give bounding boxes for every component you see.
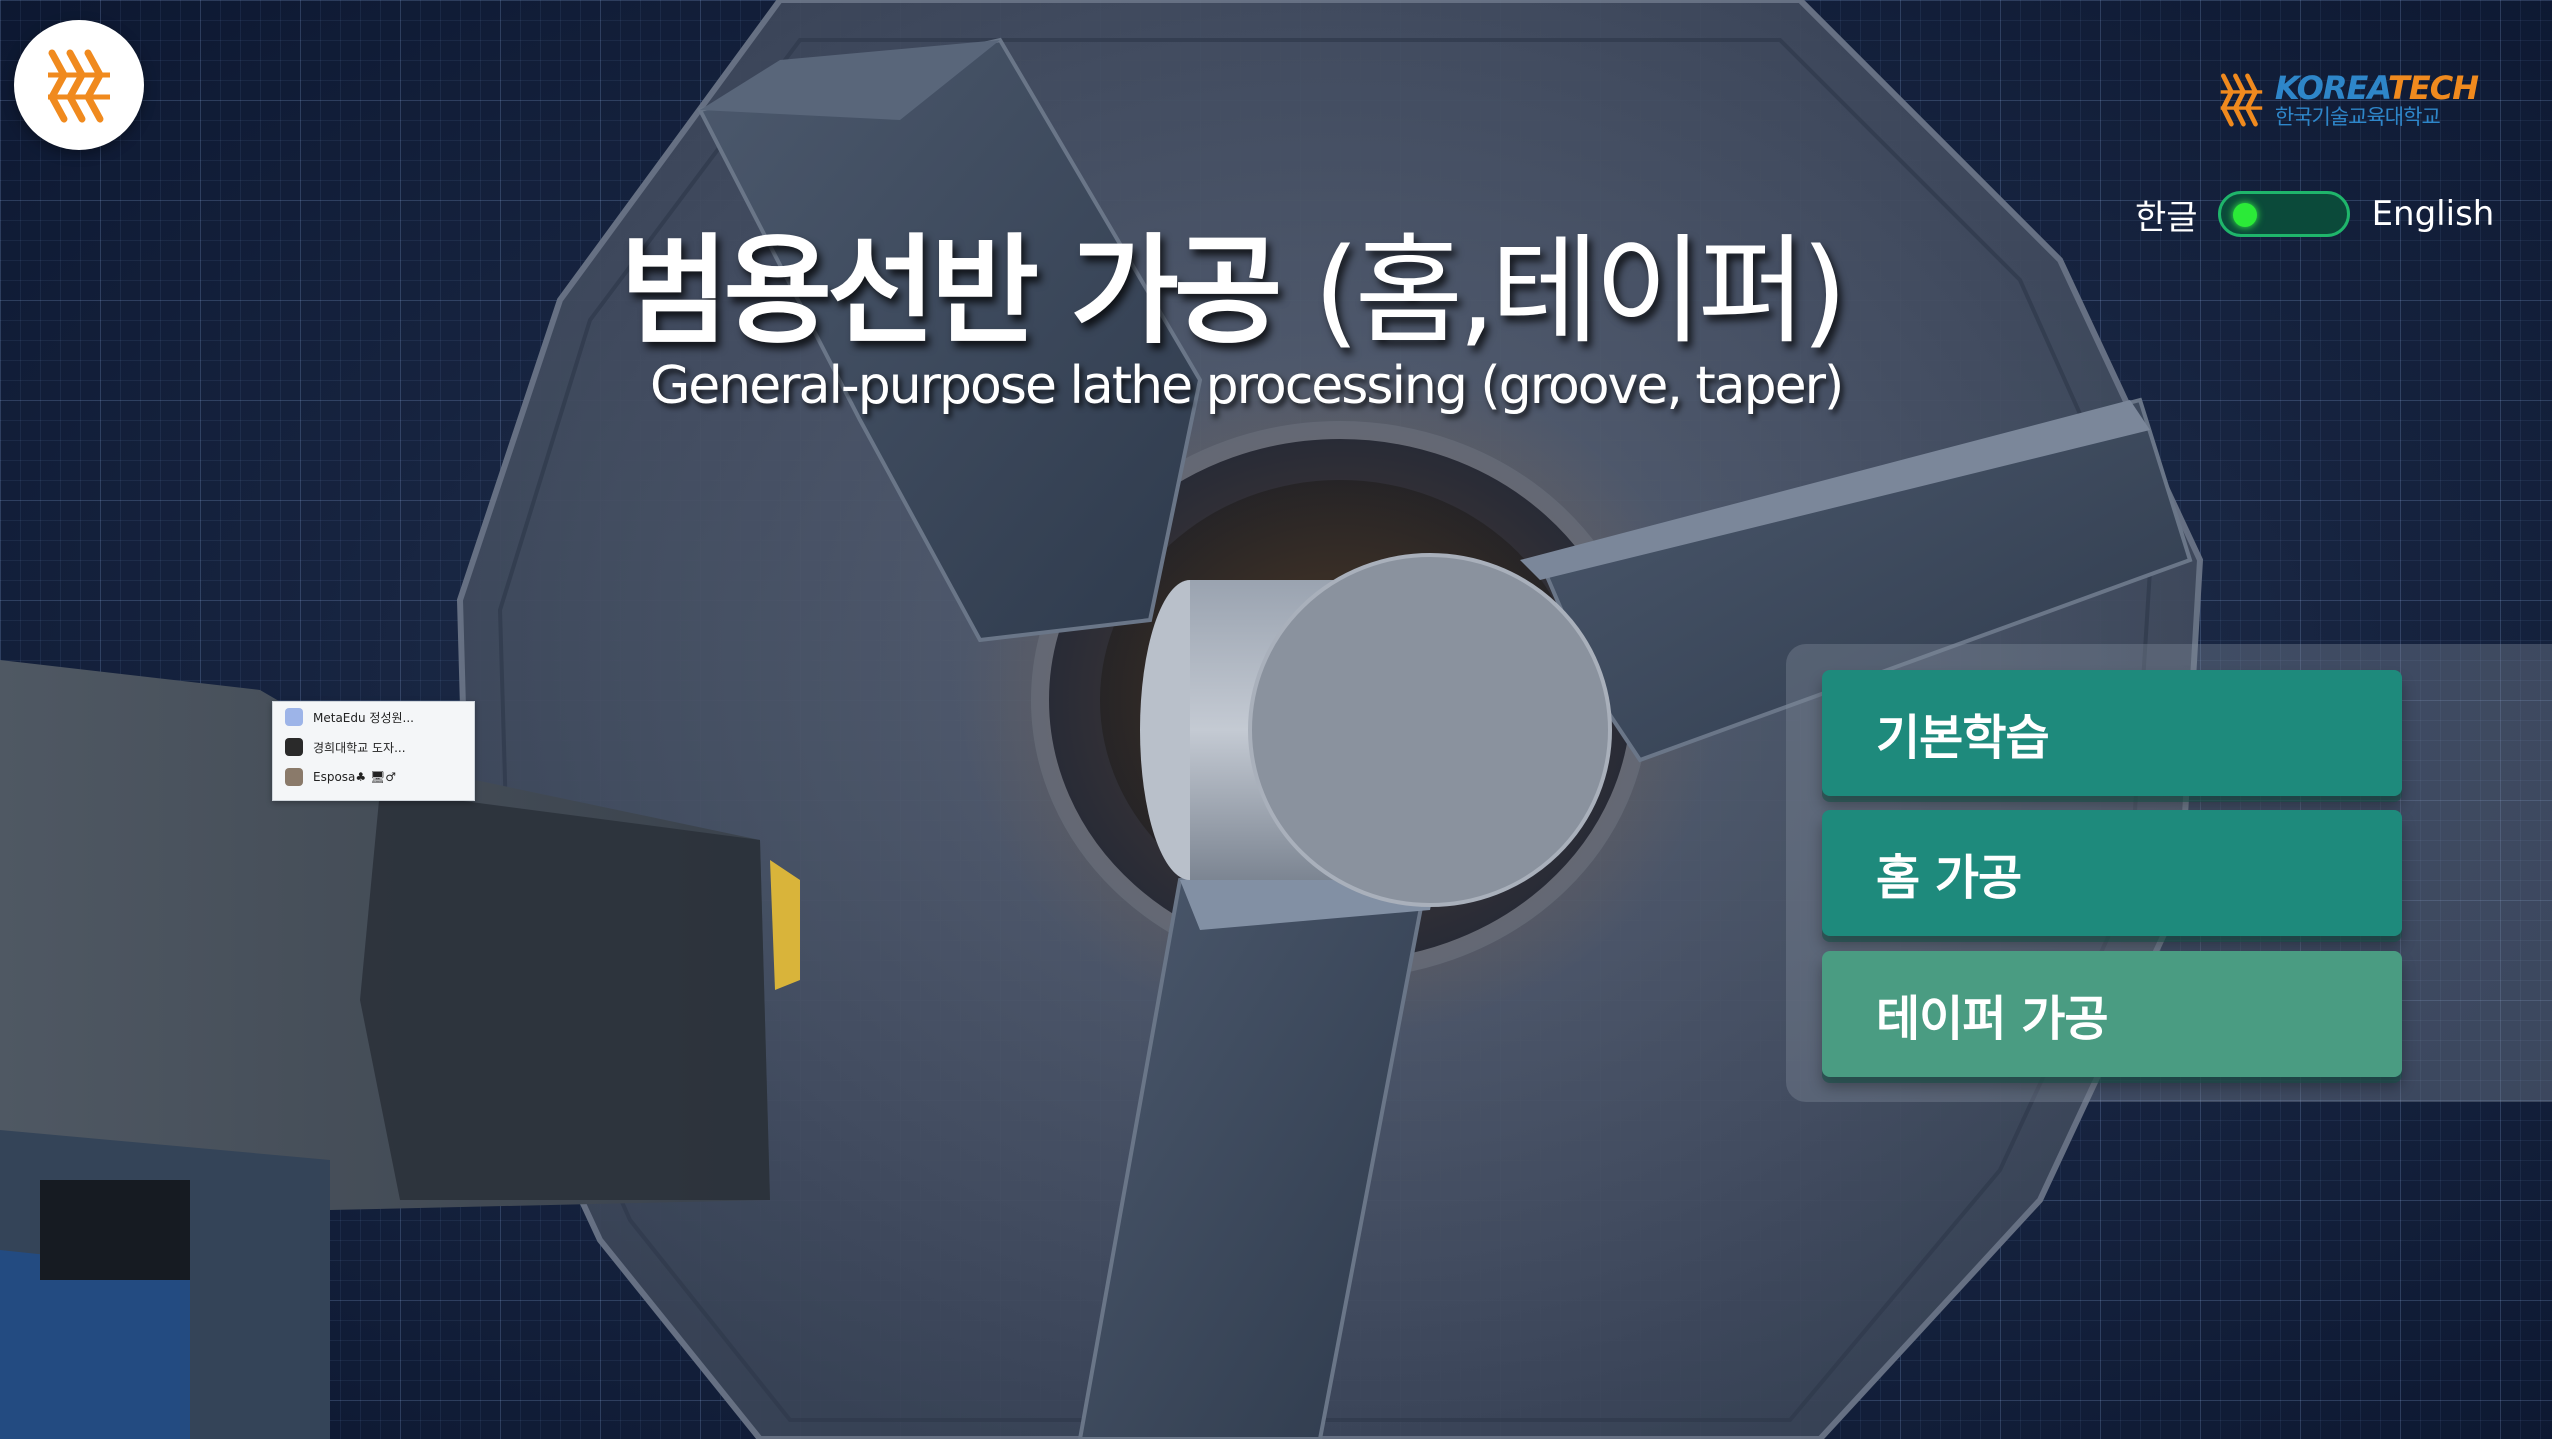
koreatech-mark-icon: [2220, 73, 2263, 127]
koreatech-brand-logo: KOREATECH 한국기술교육대학교: [2218, 55, 2479, 145]
menu-button-basic-learning[interactable]: 기본학습: [1822, 670, 2402, 796]
popup-item[interactable]: MetaEdu 정성원...: [273, 702, 474, 732]
avatar-icon: [285, 768, 303, 786]
app-icon: [285, 738, 303, 756]
language-label-korean[interactable]: 한글: [2135, 190, 2198, 239]
popup-item[interactable]: Esposa♣ 🖥♂: [273, 762, 474, 792]
app-icon: [285, 708, 303, 726]
koreatech-mark-icon: [48, 49, 110, 123]
language-switch[interactable]: [2217, 191, 2350, 237]
menu-button-taper-processing[interactable]: 테이퍼 가공: [1822, 951, 2402, 1077]
brand-name-en: KOREATECH: [2274, 69, 2479, 107]
popup-item[interactable]: 경희대학교 도자...: [273, 732, 474, 762]
home-logo-button[interactable]: [14, 20, 144, 150]
page-title-english: General-purpose lathe processing (groove…: [650, 356, 1844, 416]
brand-name-ko: 한국기술교육대학교: [2274, 105, 2441, 129]
menu-button-groove-processing[interactable]: 홈 가공: [1822, 810, 2402, 936]
language-label-english[interactable]: English: [2372, 194, 2495, 234]
switch-knob: [2232, 203, 2257, 227]
taskbar-preview-popup: MetaEdu 정성원... 경희대학교 도자... Esposa♣ 🖥♂: [272, 701, 475, 801]
workpiece-end: [1248, 553, 1612, 907]
page-title-korean: 범용선반 가공 (홈,테이퍼): [620, 222, 1847, 360]
language-toggle[interactable]: 한글 English: [2135, 186, 2494, 242]
app-stage: KOREATECH 한국기술교육대학교 한글 English 범용선반 가공 (…: [0, 0, 2552, 1439]
